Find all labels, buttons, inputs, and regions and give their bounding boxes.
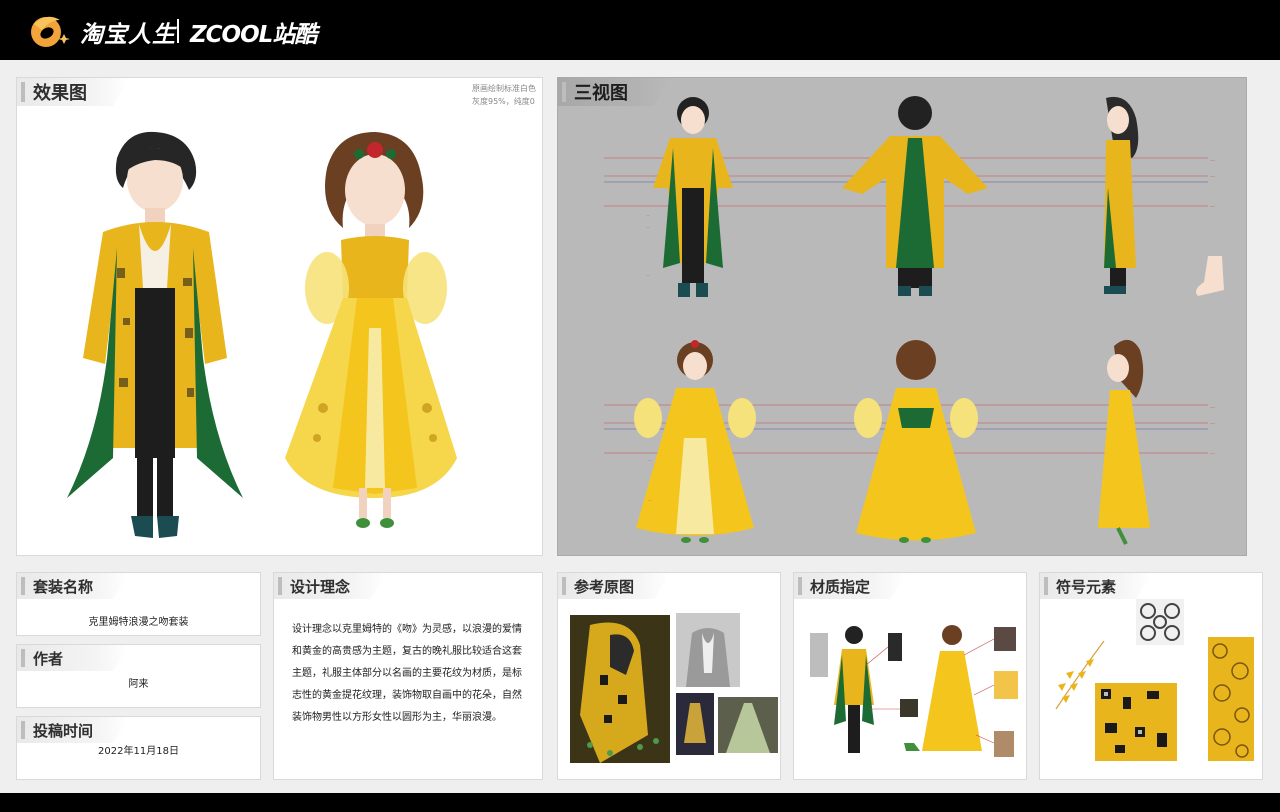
male-side-view bbox=[1104, 96, 1139, 294]
male-front-view bbox=[653, 97, 733, 297]
author-title: 作者 bbox=[17, 645, 129, 671]
design-concept-title: 设计理念 bbox=[274, 573, 386, 599]
concept-line: 设计理念以克里姆特的《吻》为灵感，以浪漫的爱情 bbox=[292, 624, 522, 635]
material-sheet bbox=[810, 625, 1018, 757]
symbols-title: 符号元素 bbox=[1040, 573, 1152, 599]
pattern-tile-icon bbox=[1136, 599, 1184, 645]
three-view-sheet: ·· ·· ·· ·· ·· — — — — — — bbox=[604, 96, 1224, 545]
outfit-name-panel: 套装名称 克里姆特浪漫之吻套装 bbox=[16, 572, 261, 636]
author-panel: 作者 阿来 bbox=[16, 644, 261, 708]
concept-line: 主题，礼服主体部分以名画的主要花纹为材质，是标 bbox=[292, 668, 522, 679]
svg-text:—: — bbox=[1210, 174, 1215, 180]
female-back-view bbox=[854, 340, 978, 543]
author-value: 阿来 bbox=[128, 679, 149, 690]
symbols-panel: 符号元素 bbox=[1039, 572, 1263, 780]
svg-text:··: ·· bbox=[648, 498, 652, 505]
reference-title: 参考原图 bbox=[558, 573, 670, 599]
note-line-1: 原画绘制标准白色 bbox=[472, 84, 536, 93]
svg-text:··: ·· bbox=[646, 273, 650, 280]
outfit-name-value: 克里姆特浪漫之吻套装 bbox=[88, 617, 189, 628]
effect-panel: 效果图 原画绘制标准白色 灰度95%，纯度0 bbox=[16, 77, 543, 556]
male-character-illustration bbox=[67, 131, 243, 538]
svg-text:—: — bbox=[1210, 405, 1215, 411]
reference-panel: 参考原图 bbox=[557, 572, 781, 780]
svg-text:··: ·· bbox=[646, 213, 650, 220]
header-bar: 淘宝人生 ZCOOL站酷 bbox=[0, 0, 1280, 60]
concept-line: 志性的黄金提花纹理，装饰物取自画中的花朵，自然 bbox=[292, 690, 522, 701]
design-concept-panel: 设计理念 设计理念以克里姆特的《吻》为灵感，以浪漫的爱情 和黄金的高贵感为主题，… bbox=[273, 572, 543, 780]
gold-circle-pattern-icon bbox=[1208, 637, 1254, 761]
submit-time-title: 投稿时间 bbox=[17, 717, 129, 743]
brand-primary[interactable]: 淘宝人生 bbox=[80, 15, 176, 49]
svg-text:—: — bbox=[1210, 451, 1215, 457]
male-back-view bbox=[842, 96, 988, 296]
effect-panel-note: 原画绘制标准白色 灰度95%，纯度0 bbox=[472, 82, 536, 108]
note-line-2: 灰度95%，纯度0 bbox=[472, 97, 535, 106]
svg-text:··: ·· bbox=[646, 225, 650, 232]
svg-text:··: ·· bbox=[648, 458, 652, 465]
brand-divider bbox=[177, 19, 179, 43]
design-concept-text: 设计理念以克里姆特的《吻》为灵感，以浪漫的爱情 和黄金的高贵感为主题，复古的晚礼… bbox=[292, 619, 527, 729]
female-side-view bbox=[1098, 339, 1150, 545]
female-front-view bbox=[634, 340, 756, 543]
footer-bar bbox=[0, 793, 1280, 812]
three-view-panel: 三视图 ·· ·· ·· ·· ·· — — — — — — bbox=[557, 77, 1247, 556]
material-panel: 材质指定 bbox=[793, 572, 1027, 780]
reference-painting-image bbox=[570, 615, 670, 763]
concept-line: 装饰物男性以方形女性以圆形为主，华丽浪漫。 bbox=[292, 712, 502, 723]
effect-panel-title: 效果图 bbox=[17, 78, 129, 106]
gold-square-pattern-icon bbox=[1095, 683, 1177, 761]
reference-runway-image bbox=[676, 693, 714, 755]
material-title: 材质指定 bbox=[794, 573, 906, 599]
concept-line: 和黄金的高贵感为主题，复古的晚礼服比较适合这套 bbox=[292, 646, 522, 657]
submit-time-panel: 投稿时间 2022年11月18日 bbox=[16, 716, 261, 780]
reference-suit-image bbox=[676, 613, 740, 687]
brand-secondary[interactable]: ZCOOL站酷 bbox=[190, 15, 317, 49]
outfit-name-title: 套装名称 bbox=[17, 573, 129, 599]
submit-time-value: 2022年11月18日 bbox=[98, 746, 179, 757]
taobao-life-logo-icon[interactable] bbox=[26, 10, 70, 50]
female-character-illustration bbox=[285, 132, 457, 528]
svg-text:—: — bbox=[1210, 204, 1215, 210]
svg-text:—: — bbox=[1210, 421, 1215, 427]
reference-gown-image bbox=[718, 697, 778, 753]
svg-text:—: — bbox=[1210, 158, 1215, 164]
